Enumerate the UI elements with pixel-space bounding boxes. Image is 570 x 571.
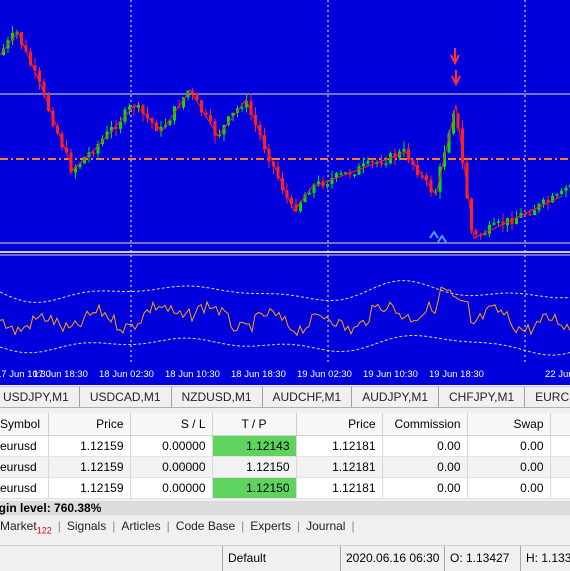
- candle-body: [483, 233, 487, 236]
- tab-market[interactable]: Market122: [0, 515, 58, 537]
- cell-price: 1.12159: [48, 456, 131, 478]
- candle-body: [402, 148, 406, 152]
- trade-table: Symbol Price S / L T / P Price Commissio…: [0, 413, 570, 499]
- cell-extra: [550, 456, 570, 478]
- tab-usdjpy[interactable]: USDJPY,M1: [0, 387, 80, 407]
- candle-body: [542, 199, 545, 204]
- cell-swap: 0.00: [467, 435, 551, 457]
- tab-experts[interactable]: Experts: [244, 515, 297, 537]
- candle-body: [384, 163, 388, 165]
- cell-commission: 0.00: [382, 435, 468, 457]
- time-label: 19 Jun 02:30: [297, 369, 352, 380]
- cell-symbol: eurusd: [0, 456, 49, 478]
- chart-tabs: USDJPY,M1 USDCAD,M1 NZDUSD,M1 AUDCHF,M1 AUDJ…: [0, 386, 570, 408]
- time-label: 22 Jun: [545, 369, 570, 380]
- tab-market-label: Market: [0, 519, 37, 533]
- table-row[interactable]: eurusd 1.12159 0.00000 1.12143 1.12181 0…: [0, 435, 570, 457]
- tab-journal[interactable]: Journal: [300, 515, 351, 537]
- candle-body: [362, 163, 365, 167]
- market-count-badge: 122: [36, 525, 52, 536]
- price-chart[interactable]: 17 Jun 10:30 17 Jun 18:30 18 Jun 02:30 18 J…: [0, 0, 570, 385]
- candle-body: [533, 210, 536, 216]
- candle-body: [209, 114, 212, 122]
- col-sl[interactable]: S / L: [130, 413, 213, 436]
- candle-body: [371, 160, 374, 163]
- cell-swap: 0.00: [467, 456, 551, 478]
- cell-commission: 0.00: [382, 477, 468, 499]
- candle-body: [326, 183, 329, 187]
- cell-sl: 0.00000: [130, 477, 213, 499]
- candle-body: [240, 107, 244, 109]
- candle-body: [380, 162, 383, 165]
- candle-body: [560, 190, 563, 195]
- candle-body: [353, 174, 356, 177]
- status-datetime: 2020.06.16 06:30: [340, 546, 444, 571]
- tab-audchf[interactable]: AUDCHF,M1: [263, 387, 353, 407]
- tab-chfjpy[interactable]: CHFJPY,M1: [439, 387, 526, 407]
- cell-extra: [550, 477, 570, 499]
- table-header-row: Symbol Price S / L T / P Price Commissio…: [0, 413, 570, 436]
- table-row[interactable]: eurusd 1.12159 0.00000 1.12150 1.12181 0…: [0, 477, 570, 499]
- cell-symbol: eurusd: [0, 477, 49, 499]
- tab-usdcad[interactable]: USDCAD,M1: [80, 387, 172, 407]
- col-commission[interactable]: Commission: [382, 413, 468, 436]
- col-swap[interactable]: Swap: [467, 413, 551, 436]
- cell-tp: 1.12143: [212, 435, 297, 457]
- col-tp[interactable]: T / P: [212, 413, 297, 436]
- candle-body: [308, 192, 311, 195]
- cell-sl: 0.00000: [130, 456, 213, 478]
- time-label: 17 Jun 18:30: [33, 369, 88, 380]
- candle-body: [474, 230, 478, 235]
- chart-background: [0, 0, 570, 385]
- time-label: 18 Jun 10:30: [165, 369, 220, 380]
- candle-body: [555, 194, 559, 196]
- cell-price-current: 1.12181: [296, 477, 383, 499]
- col-price[interactable]: Price: [48, 413, 131, 436]
- tab-eurc[interactable]: EURC: [525, 387, 570, 407]
- candle-body: [497, 221, 500, 223]
- cell-swap: 0.00: [467, 477, 551, 499]
- cell-price-current: 1.12181: [296, 456, 383, 478]
- terminal-tabs: Market122 | Signals | Articles | Code Base | Exp…: [0, 515, 570, 537]
- cell-symbol: eurusd: [0, 435, 49, 457]
- status-high: H: 1.1330: [520, 546, 570, 571]
- tab-audjpy[interactable]: AUDJPY,M1: [352, 387, 439, 407]
- tab-nzdusd[interactable]: NZDUSD,M1: [172, 387, 263, 407]
- cell-price-current: 1.12181: [296, 435, 383, 457]
- cell-tp: 1.12150: [212, 456, 297, 478]
- candle-body: [92, 152, 95, 154]
- tab-codebase[interactable]: Code Base: [170, 515, 241, 537]
- cell-price: 1.12159: [48, 477, 131, 499]
- candle-body: [528, 214, 532, 216]
- cell-tp: 1.12150: [212, 477, 297, 499]
- col-price-current[interactable]: Price: [296, 413, 383, 436]
- cell-commission: 0.00: [382, 456, 468, 478]
- cell-extra: [550, 435, 570, 457]
- time-label: 19 Jun 10:30: [363, 369, 418, 380]
- candle-body: [366, 160, 370, 164]
- candle-body: [564, 187, 568, 191]
- cell-sl: 0.00000: [130, 435, 213, 457]
- candle-body: [492, 222, 496, 225]
- col-symbol[interactable]: Symbol: [0, 413, 49, 436]
- candle-body: [339, 173, 343, 175]
- col-extra: [550, 413, 570, 436]
- table-row[interactable]: eurusd 1.12159 0.00000 1.12150 1.12181 0…: [0, 456, 570, 478]
- cell-price: 1.12159: [48, 435, 131, 457]
- candle-body: [344, 172, 347, 174]
- candle-body: [488, 224, 491, 234]
- status-bar: Default 2020.06.16 06:30 O: 1.13427 H: 1…: [0, 545, 570, 571]
- tab-articles[interactable]: Articles: [115, 515, 166, 537]
- time-label: 18 Jun 18:30: [231, 369, 286, 380]
- margin-level: rgin level: 760.38%: [0, 501, 570, 515]
- status-profile[interactable]: Default: [222, 546, 340, 571]
- status-open: O: 1.13427: [444, 546, 520, 571]
- time-label: 18 Jun 02:30: [99, 369, 154, 380]
- candle-body: [128, 106, 131, 110]
- time-label: 19 Jun 18:30: [429, 369, 484, 380]
- tab-signals[interactable]: Signals: [61, 515, 112, 537]
- tab-separator: |: [351, 519, 355, 533]
